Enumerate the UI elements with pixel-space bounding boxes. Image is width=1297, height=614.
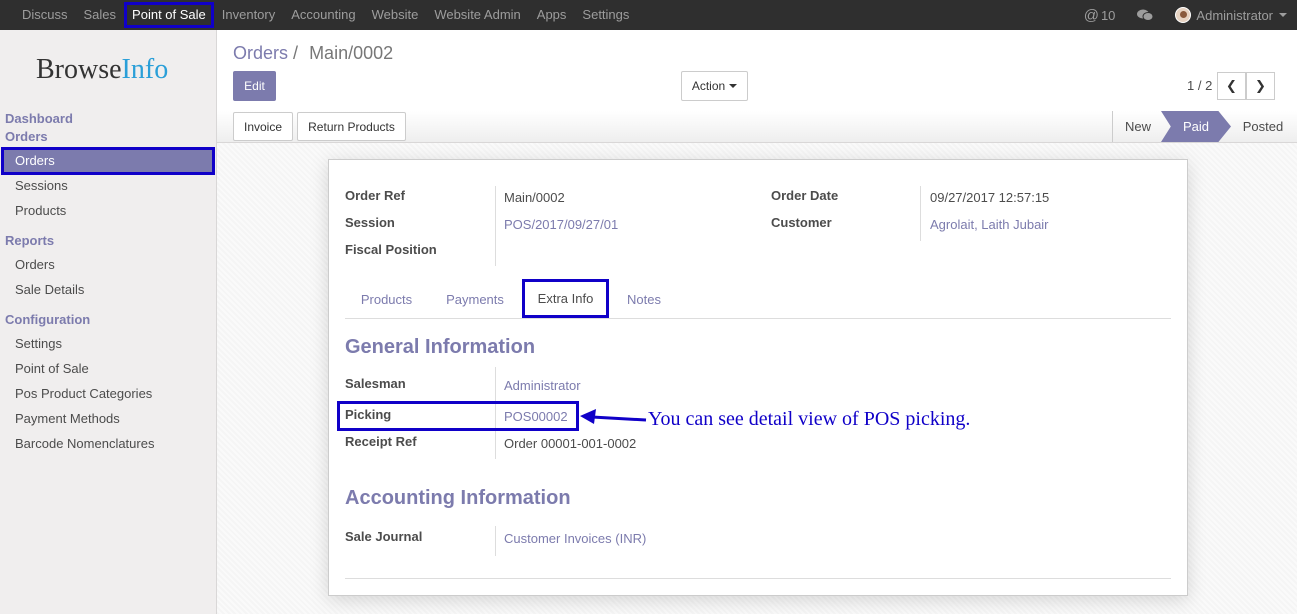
tab-extra-info[interactable]: Extra Info bbox=[522, 279, 609, 318]
field-divider bbox=[920, 186, 921, 241]
menu-website-admin[interactable]: Website Admin bbox=[426, 0, 528, 30]
sidebar-item-pos-product-categories[interactable]: Pos Product Categories bbox=[15, 386, 152, 401]
chat-icon bbox=[1137, 9, 1154, 21]
chevron-down-icon bbox=[1279, 13, 1287, 17]
form-sheet: Order Ref Main/0002 Session POS/2017/09/… bbox=[328, 159, 1188, 596]
breadcrumb-current: Main/0002 bbox=[309, 43, 394, 63]
form-statusbar: Invoice Return Products New Paid Posted bbox=[217, 111, 1297, 143]
menu-discuss[interactable]: Discuss bbox=[14, 0, 76, 30]
sidebar-section-configuration: Configuration bbox=[5, 312, 91, 327]
accounting-information-title: Accounting Information bbox=[345, 487, 571, 509]
tab-notes[interactable]: Notes bbox=[611, 279, 677, 319]
receipt-ref-value: Order 00001-001-0002 bbox=[504, 436, 637, 451]
company-logo: BrowseInfo bbox=[36, 54, 169, 85]
action-dropdown[interactable]: Action bbox=[681, 71, 748, 101]
order-ref-label: Order Ref bbox=[345, 188, 405, 203]
arrow-left-icon bbox=[580, 409, 647, 424]
sidebar-item-report-orders[interactable]: Orders bbox=[15, 257, 55, 272]
action-label: Action bbox=[691, 79, 726, 93]
systray: @ 10 Administrator bbox=[1062, 0, 1287, 30]
tab-payments[interactable]: Payments bbox=[433, 279, 517, 319]
stage-posted: Posted bbox=[1242, 119, 1284, 134]
notebook-tabs: Products Payments Extra Info Notes bbox=[345, 279, 1171, 319]
customer-label: Customer bbox=[771, 215, 832, 230]
sidebar: BrowseInfo Dashboard Orders Orders Sessi… bbox=[0, 30, 217, 614]
menu-sales[interactable]: Sales bbox=[76, 0, 125, 30]
sidebar-item-payment-methods[interactable]: Payment Methods bbox=[15, 411, 120, 426]
chevron-right-icon: ❯ bbox=[1255, 78, 1266, 93]
sidebar-section-orders: Orders bbox=[5, 129, 48, 144]
session-link[interactable]: POS/2017/09/27/01 bbox=[504, 217, 618, 232]
salesman-label: Salesman bbox=[345, 376, 406, 391]
stage-new: New bbox=[1112, 111, 1163, 142]
breadcrumb: Orders / Main/0002 bbox=[233, 43, 393, 64]
user-menu[interactable]: Administrator bbox=[1175, 7, 1287, 23]
app-menu: Discuss Sales Point of Sale Inventory Ac… bbox=[14, 0, 637, 30]
salesman-link[interactable]: Administrator bbox=[504, 378, 581, 393]
messages-button[interactable] bbox=[1137, 9, 1154, 22]
menu-inventory[interactable]: Inventory bbox=[214, 0, 283, 30]
sidebar-item-sale-details[interactable]: Sale Details bbox=[15, 282, 84, 297]
field-divider bbox=[495, 186, 496, 266]
customer-link[interactable]: Agrolait, Laith Jubair bbox=[930, 217, 1049, 232]
sidebar-item-orders[interactable]: Orders bbox=[1, 147, 215, 175]
pager-value: 1 / 2 bbox=[1187, 78, 1213, 93]
invoice-button[interactable]: Invoice bbox=[233, 112, 293, 141]
menu-website[interactable]: Website bbox=[364, 0, 427, 30]
mentions-count: 10 bbox=[1100, 7, 1116, 23]
chevron-down-icon bbox=[729, 84, 738, 88]
sale-journal-link[interactable]: Customer Invoices (INR) bbox=[504, 531, 646, 546]
tab-products[interactable]: Products bbox=[345, 279, 428, 319]
pager-previous-button[interactable]: ❮ bbox=[1217, 72, 1246, 100]
mentions-button[interactable]: @ 10 bbox=[1084, 7, 1116, 24]
menu-point-of-sale[interactable]: Point of Sale bbox=[124, 2, 214, 28]
sale-journal-label: Sale Journal bbox=[345, 529, 423, 544]
sheet-divider bbox=[345, 578, 1171, 579]
sidebar-item-sessions[interactable]: Sessions bbox=[15, 178, 68, 193]
picking-label: Picking bbox=[345, 407, 392, 422]
order-ref-value: Main/0002 bbox=[504, 190, 565, 205]
top-navbar: Discuss Sales Point of Sale Inventory Ac… bbox=[0, 0, 1297, 30]
return-products-button[interactable]: Return Products bbox=[297, 112, 406, 141]
session-label: Session bbox=[345, 215, 395, 230]
at-icon: @ bbox=[1083, 6, 1099, 24]
sidebar-section-reports: Reports bbox=[5, 233, 55, 248]
receipt-ref-label: Receipt Ref bbox=[345, 434, 417, 449]
menu-settings[interactable]: Settings bbox=[574, 0, 637, 30]
sidebar-item-point-of-sale[interactable]: Point of Sale bbox=[15, 361, 89, 376]
order-date-label: Order Date bbox=[771, 188, 839, 203]
stage-paid: Paid bbox=[1161, 111, 1231, 142]
breadcrumb-orders[interactable]: Orders bbox=[233, 43, 288, 63]
sidebar-item-settings[interactable]: Settings bbox=[15, 336, 62, 351]
user-name: Administrator bbox=[1196, 7, 1273, 23]
field-divider bbox=[495, 526, 496, 556]
fiscal-position-label: Fiscal Position bbox=[345, 242, 437, 257]
avatar bbox=[1175, 7, 1192, 23]
menu-apps[interactable]: Apps bbox=[529, 0, 575, 30]
edit-button[interactable]: Edit bbox=[233, 71, 276, 101]
chevron-left-icon: ❮ bbox=[1226, 78, 1237, 93]
sidebar-item-barcode-nomenclatures[interactable]: Barcode Nomenclatures bbox=[15, 436, 154, 451]
breadcrumb-separator: / bbox=[293, 43, 299, 63]
general-information-title: General Information bbox=[345, 336, 536, 358]
sidebar-section-dashboard[interactable]: Dashboard bbox=[5, 111, 73, 126]
picking-link[interactable]: POS00002 bbox=[504, 409, 568, 424]
menu-accounting[interactable]: Accounting bbox=[283, 0, 363, 30]
annotation-text: You can see detail view of POS picking. bbox=[648, 408, 971, 430]
pager-next-button[interactable]: ❯ bbox=[1246, 72, 1275, 100]
order-date-value: 09/27/2017 12:57:15 bbox=[930, 190, 1050, 205]
sidebar-item-products[interactable]: Products bbox=[15, 203, 66, 218]
